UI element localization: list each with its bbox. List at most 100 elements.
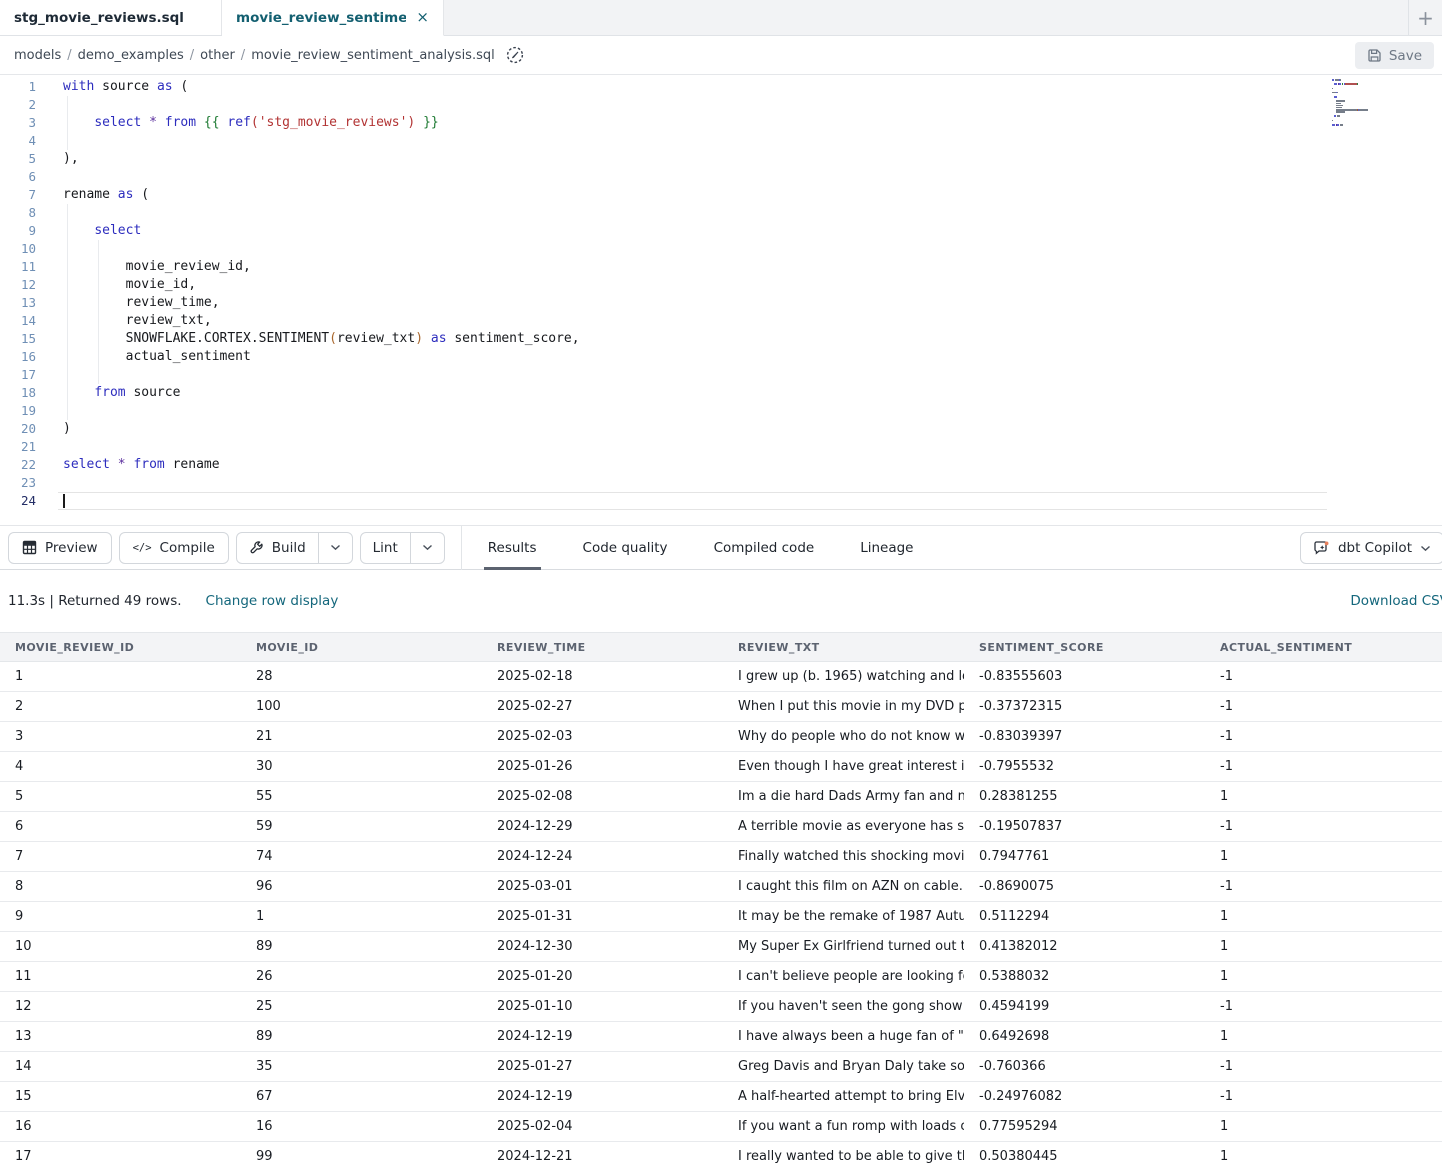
code-text [36,132,71,150]
code-line-1[interactable]: 1with source as ( [0,78,1442,96]
code-line-10[interactable]: 10 [0,240,1442,258]
code-line-20[interactable]: 20) [0,420,1442,438]
lint-button[interactable]: Lint [361,533,410,563]
code-line-6[interactable]: 6 [0,168,1442,186]
breadcrumb-other[interactable]: other [200,48,235,63]
copilot-pen-icon[interactable] [505,45,525,65]
breadcrumb-models[interactable]: models [14,48,61,63]
table-cell: 2024-12-30 [482,932,723,962]
table-cell: 15 [0,1082,241,1112]
code-line-23[interactable]: 23 [0,474,1442,492]
column-header-movie_review_id[interactable]: MOVIE_REVIEW_ID [0,633,241,662]
code-line-2[interactable]: 2 [0,96,1442,114]
close-icon[interactable]: × [416,10,429,25]
table-cell: 2025-01-26 [482,752,723,782]
table-cell: 12 [0,992,241,1022]
table-row: 4302025-01-26Even though I have great in… [0,752,1442,782]
table-cell: -1 [1205,662,1442,692]
code-line-4[interactable]: 4 [0,132,1442,150]
table-cell: -1 [1205,1052,1442,1082]
table-cell: -0.760366 [964,1052,1205,1082]
code-line-18[interactable]: 18 from source [0,384,1442,402]
code-line-17[interactable]: 17 [0,366,1442,384]
column-header-movie_id[interactable]: MOVIE_ID [241,633,482,662]
table-cell: Even though I have great interest in Bi… [723,752,964,782]
plus-icon: + [1417,6,1434,30]
table-cell: 17 [0,1142,241,1166]
table-cell: 2025-01-20 [482,962,723,992]
table-cell: 1 [1205,1142,1442,1166]
table-cell: 1 [1205,962,1442,992]
code-line-7[interactable]: 7rename as ( [0,186,1442,204]
table-cell: -0.83039397 [964,722,1205,752]
sql-code-editor[interactable]: 1with source as (2 3 select * from {{ re… [0,75,1442,526]
line-number: 20 [0,420,36,438]
column-header-actual_sentiment[interactable]: ACTUAL_SENTIMENT [1205,633,1442,662]
compile-button[interactable]: </> Compile [119,532,229,564]
line-number: 7 [0,186,36,204]
code-line-16[interactable]: 16 actual_sentiment [0,348,1442,366]
table-cell: 0.4594199 [964,992,1205,1022]
table-cell: 7 [0,842,241,872]
results-table-header: MOVIE_REVIEW_IDMOVIE_IDREVIEW_TIMEREVIEW… [0,633,1442,662]
table-cell: 2025-02-04 [482,1112,723,1142]
lint-dropdown-button[interactable] [410,533,444,563]
table-cell: I can't believe people are looking for a… [723,962,964,992]
build-dropdown-button[interactable] [318,533,352,563]
code-line-15[interactable]: 15 SNOWFLAKE.CORTEX.SENTIMENT(review_txt… [0,330,1442,348]
table-cell: 16 [241,1112,482,1142]
table-cell: Greg Davis and Bryan Daly take some … [723,1052,964,1082]
results-tab-code-quality[interactable]: Code quality [579,526,672,569]
column-header-sentiment_score[interactable]: SENTIMENT_SCORE [964,633,1205,662]
tab-label: movie_review_sentiment_... [236,10,406,26]
code-line-8[interactable]: 8 [0,204,1442,222]
table-cell: Im a die hard Dads Army fan and nothi… [723,782,964,812]
column-header-review_time[interactable]: REVIEW_TIME [482,633,723,662]
table-cell: 1 [0,662,241,692]
tab-stg-movie-reviews[interactable]: stg_movie_reviews.sql [0,0,222,35]
table-cell: 99 [241,1142,482,1166]
tab-movie-review-sentiment[interactable]: movie_review_sentiment_... × [222,0,444,36]
code-line-3[interactable]: 3 select * from {{ ref('stg_movie_review… [0,114,1442,132]
table-cell: 96 [241,872,482,902]
code-line-9[interactable]: 9 select [0,222,1442,240]
dbt-copilot-button[interactable]: dbt Copilot [1300,532,1442,564]
build-button[interactable]: Build [237,533,318,563]
code-line-13[interactable]: 13 review_time, [0,294,1442,312]
table-cell: 2025-01-10 [482,992,723,1022]
code-line-21[interactable]: 21 [0,438,1442,456]
new-tab-button[interactable]: + [1408,0,1442,35]
tab-label: stg_movie_reviews.sql [14,10,184,26]
preview-button[interactable]: Preview [8,532,112,564]
code-line-24[interactable]: 24 [0,492,1442,510]
results-tab-results[interactable]: Results [484,526,541,569]
code-text [36,402,71,420]
table-cell: -1 [1205,692,1442,722]
code-lines: 1with source as (2 3 select * from {{ re… [0,78,1442,510]
column-header-review_txt[interactable]: REVIEW_TXT [723,633,964,662]
lint-split-button: Lint [360,532,445,564]
results-tab-list: Results Code quality Compiled code Lineage [484,526,918,569]
change-row-display-link[interactable]: Change row display [206,593,339,609]
table-grid-icon [22,540,37,555]
editor-minimap[interactable] [1332,79,1396,130]
table-cell: 21 [241,722,482,752]
table-cell: 2025-02-03 [482,722,723,752]
code-text: select [36,222,141,240]
results-tab-lineage[interactable]: Lineage [856,526,917,569]
code-line-22[interactable]: 22select * from rename [0,456,1442,474]
code-text [36,96,71,114]
code-line-19[interactable]: 19 [0,402,1442,420]
code-text: review_time, [36,294,220,312]
code-line-11[interactable]: 11 movie_review_id, [0,258,1442,276]
results-tab-compiled-code[interactable]: Compiled code [710,526,819,569]
breadcrumb-separator: / [241,48,245,63]
download-csv-link[interactable]: Download CSV [1350,593,1442,609]
table-cell: 5 [0,782,241,812]
save-button[interactable]: Save [1355,42,1434,69]
code-line-5[interactable]: 5), [0,150,1442,168]
table-row: 21002025-02-27When I put this movie in m… [0,692,1442,722]
code-line-14[interactable]: 14 review_txt, [0,312,1442,330]
breadcrumb-demo-examples[interactable]: demo_examples [78,48,184,63]
code-line-12[interactable]: 12 movie_id, [0,276,1442,294]
